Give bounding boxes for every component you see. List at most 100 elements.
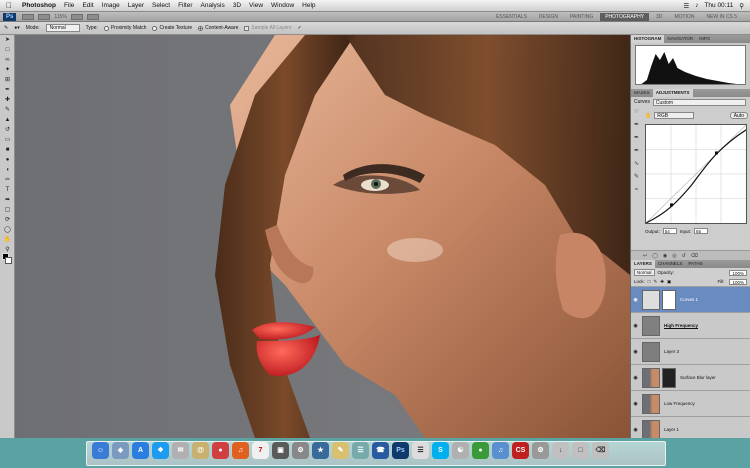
curves-graph[interactable]: [645, 124, 747, 224]
channel-select[interactable]: RGB: [654, 112, 695, 119]
arrange-documents-button[interactable]: [86, 13, 99, 20]
path-select-tool-icon[interactable]: ➥: [2, 196, 13, 205]
clone-stamp-tool-icon[interactable]: ▲: [2, 116, 13, 125]
clock[interactable]: Thu 00:11: [704, 2, 733, 9]
menu-help[interactable]: Help: [298, 2, 319, 9]
view-previous-icon[interactable]: ◎: [672, 253, 676, 259]
clip-to-layer-icon[interactable]: ◯: [652, 253, 658, 259]
downloads-stack-icon[interactable]: ↓: [552, 442, 569, 459]
tab-channels[interactable]: CHANNELS: [655, 260, 686, 268]
gray-point-eyedropper-icon[interactable]: ✒: [633, 135, 640, 142]
lock-pixels-icon[interactable]: ✎: [653, 279, 657, 285]
finder-icon[interactable]: ☺: [92, 442, 109, 459]
menu-filter[interactable]: Filter: [174, 2, 196, 9]
utilities-icon[interactable]: ⚙: [532, 442, 549, 459]
trash-icon[interactable]: ⌫: [592, 442, 609, 459]
lock-position-icon[interactable]: ✚: [660, 279, 664, 285]
tab-info[interactable]: INFO: [696, 35, 713, 43]
brush-size-picker[interactable]: ●▾: [14, 25, 20, 31]
layer-high-frequency[interactable]: ◉ High Frequency: [631, 312, 750, 338]
black-point-eyedropper-icon[interactable]: ✒: [633, 122, 640, 129]
minibridge-button[interactable]: [38, 13, 51, 20]
tab-layers[interactable]: LAYERS: [631, 260, 655, 268]
history-brush-tool-icon[interactable]: ↺: [2, 126, 13, 135]
itunes-icon[interactable]: ♫: [232, 442, 249, 459]
menu-select[interactable]: Select: [148, 2, 174, 9]
layer-curves-1[interactable]: ◉ Curves 1: [631, 286, 750, 312]
3d-orbit-tool-icon[interactable]: ◯: [2, 226, 13, 235]
gradient-tool-icon[interactable]: ■: [2, 146, 13, 155]
tab-navigator[interactable]: NAVIGATOR: [664, 35, 696, 43]
eye-icon[interactable]: ◉: [631, 427, 640, 433]
input-field[interactable]: 65: [694, 228, 709, 234]
menu-image[interactable]: Image: [98, 2, 124, 9]
menu-app-name[interactable]: Photoshop: [18, 2, 60, 9]
tab-paths[interactable]: PATHS: [685, 260, 705, 268]
pen-tool-icon[interactable]: ✑: [2, 176, 13, 185]
eye-icon[interactable]: ◉: [631, 375, 640, 381]
spot-healing-brush-icon[interactable]: ✎: [4, 25, 8, 31]
auto-button[interactable]: Auto: [729, 112, 748, 119]
shape-tool-icon[interactable]: ▢: [2, 206, 13, 215]
hand-adjust-icon[interactable]: ✋: [645, 113, 651, 119]
workspace-painting[interactable]: PAINTING: [565, 13, 598, 21]
lasso-tool-icon[interactable]: ∞: [2, 56, 13, 65]
layer-layer-3[interactable]: ◉ Layer 3: [631, 338, 750, 364]
eraser-tool-icon[interactable]: ▭: [2, 136, 13, 145]
pressure-size-icon[interactable]: ✓: [297, 25, 301, 31]
proximity-match-radio[interactable]: Proximity Match: [103, 25, 146, 31]
background-color-swatch[interactable]: [5, 257, 12, 264]
fill-field[interactable]: 100%: [729, 278, 747, 285]
photoshop-icon[interactable]: Ps: [392, 442, 409, 459]
spotlight-search-icon[interactable]: ⚲: [739, 2, 744, 10]
blend-mode-select[interactable]: Normal: [634, 269, 655, 276]
skype-icon[interactable]: S: [432, 442, 449, 459]
content-aware-radio[interactable]: Content-Aware: [198, 25, 238, 31]
menu-analysis[interactable]: Analysis: [197, 2, 229, 9]
menu-layer[interactable]: Layer: [124, 2, 148, 9]
facetime-icon[interactable]: ☎: [372, 442, 389, 459]
creative-suite-icon[interactable]: CS: [512, 442, 529, 459]
reset-icon[interactable]: ↺: [682, 253, 686, 259]
blur-tool-icon[interactable]: ●: [2, 156, 13, 165]
trash-icon[interactable]: ⌫: [691, 253, 698, 259]
menu-edit[interactable]: Edit: [78, 2, 97, 9]
workspace-essentials[interactable]: ESSENTIALS: [491, 13, 532, 21]
photo-booth-icon[interactable]: ●: [212, 442, 229, 459]
wifi-icon[interactable]: ☰: [683, 2, 689, 10]
layer-name[interactable]: Curves 1: [680, 297, 698, 302]
mail-icon[interactable]: ✉: [172, 442, 189, 459]
eye-icon[interactable]: ◉: [631, 323, 640, 329]
menu-3d[interactable]: 3D: [229, 2, 245, 9]
messages-icon[interactable]: ●: [472, 442, 489, 459]
eyedropper-tool-icon[interactable]: ✒: [2, 86, 13, 95]
opacity-field[interactable]: 100%: [729, 269, 747, 276]
tab-adjustments[interactable]: ADJUSTMENTS: [652, 89, 693, 97]
workspace-new-in-cs5[interactable]: NEW IN CS 5: [701, 13, 742, 21]
layer-name[interactable]: High Frequency: [664, 323, 698, 328]
safari-icon[interactable]: ❖: [152, 442, 169, 459]
layer-name[interactable]: Surface Blur layer: [680, 375, 716, 380]
iphoto-icon[interactable]: ★: [312, 442, 329, 459]
layer-name[interactable]: Layer 3: [664, 349, 679, 354]
app-store-icon[interactable]: A: [132, 442, 149, 459]
quick-select-tool-icon[interactable]: ✦: [2, 66, 13, 75]
dodge-tool-icon[interactable]: ◖: [2, 166, 13, 175]
eye-icon[interactable]: ◉: [631, 401, 640, 407]
eye-icon[interactable]: ◉: [631, 297, 640, 303]
tab-histogram[interactable]: HISTOGRAM: [631, 35, 665, 43]
document-canvas[interactable]: [15, 35, 630, 438]
smooth-curve-icon[interactable]: ≈: [633, 187, 640, 194]
sample-all-layers-checkbox[interactable]: Sample All Layers: [244, 25, 291, 31]
documents-stack-icon[interactable]: □: [572, 442, 589, 459]
menu-view[interactable]: View: [245, 2, 267, 9]
white-point-eyedropper-icon[interactable]: ✒: [633, 148, 640, 155]
calendar-icon[interactable]: 7: [252, 442, 269, 459]
layer-name[interactable]: Layer 1: [664, 427, 679, 432]
menu-file[interactable]: File: [60, 2, 78, 9]
workspace-design[interactable]: DESIGN: [534, 13, 563, 21]
visibility-icon[interactable]: ◉: [663, 253, 667, 259]
volume-icon[interactable]: ♪: [695, 2, 698, 9]
workspace-photography[interactable]: PHOTOGRAPHY: [600, 12, 650, 21]
layer-mask-thumbnail[interactable]: [662, 289, 676, 310]
